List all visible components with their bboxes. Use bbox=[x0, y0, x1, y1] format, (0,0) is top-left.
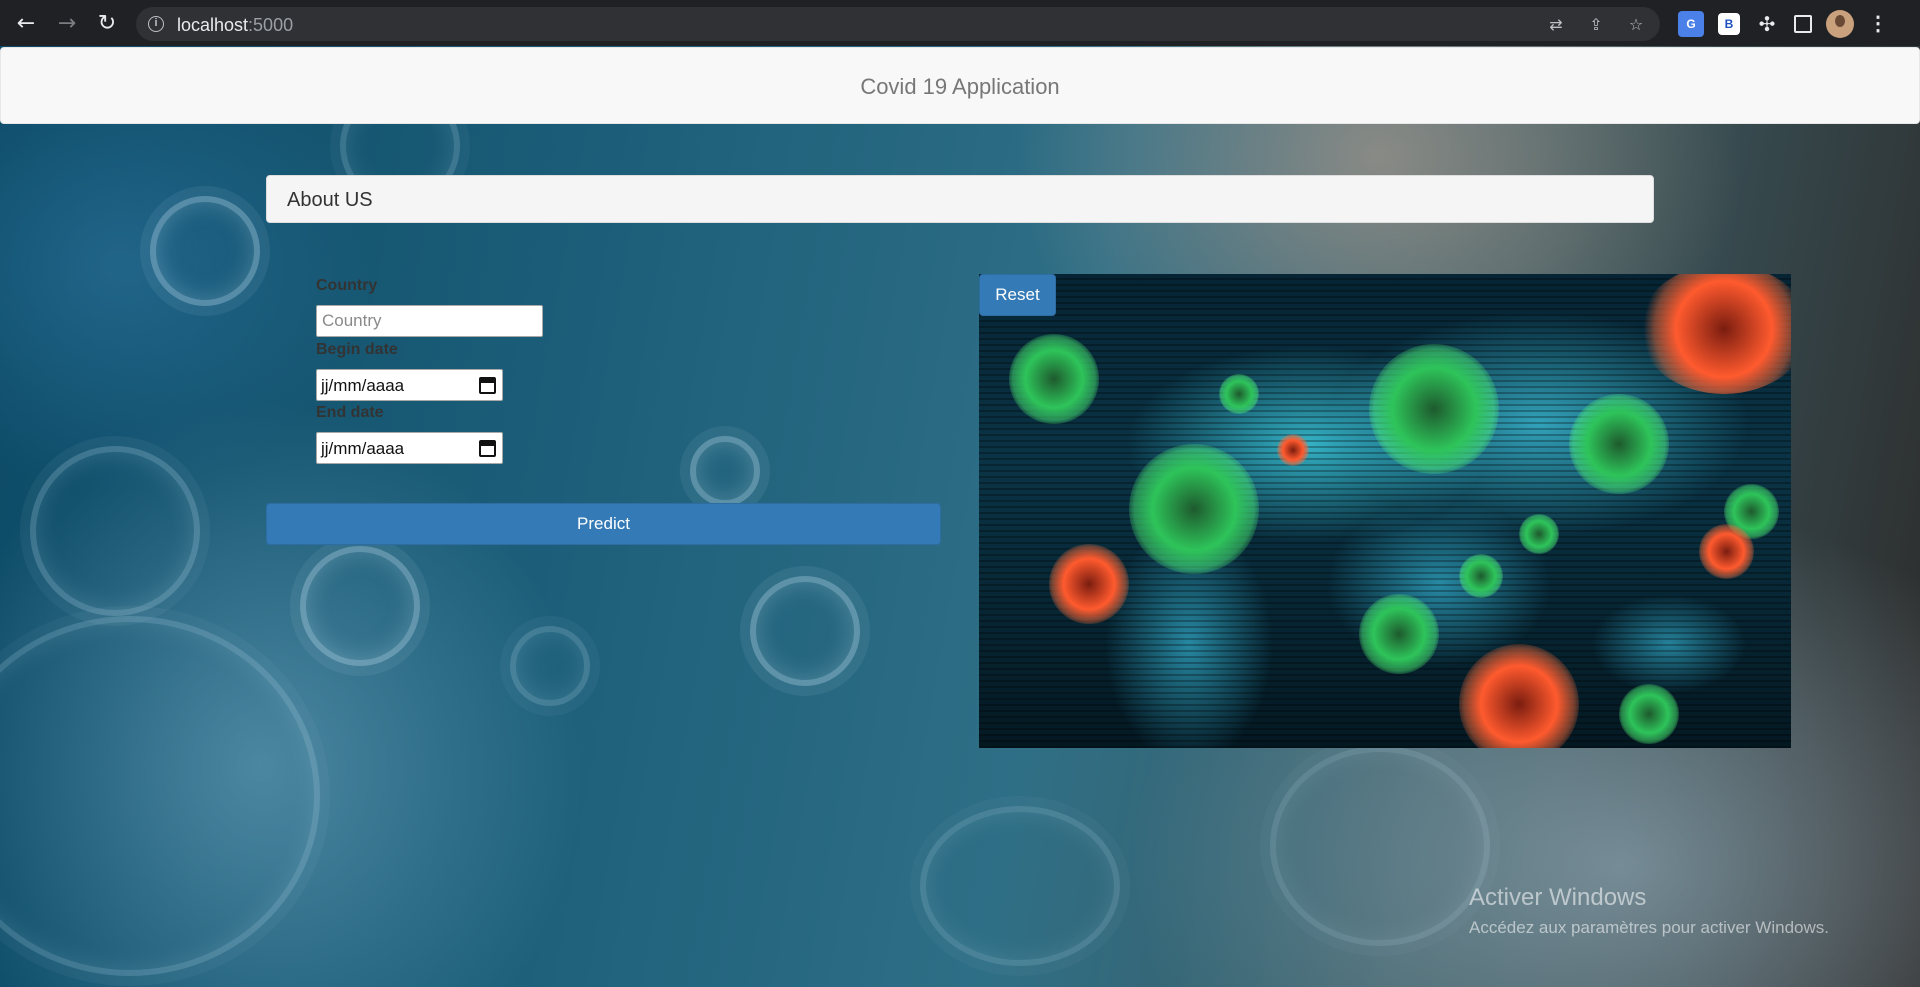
windows-activation-watermark: Activer Windows Accédez aux paramètres p… bbox=[1469, 884, 1829, 938]
end-date-value: jj/mm/aaaa bbox=[321, 439, 405, 458]
browser-toolbar: ← → ↻ i localhost:5000 ⇄ ⇪ ☆ G B ✣ ⋮ bbox=[0, 0, 1920, 46]
virus-decoration bbox=[0, 616, 320, 976]
virus-decoration bbox=[920, 806, 1120, 966]
navbar: Covid 19 Application bbox=[0, 47, 1920, 124]
virus-cell-green bbox=[1519, 514, 1559, 554]
end-date-input[interactable]: jj/mm/aaaa bbox=[316, 432, 503, 464]
watermark-subtitle: Accédez aux paramètres pour activer Wind… bbox=[1469, 918, 1829, 937]
url-port: :5000 bbox=[248, 15, 294, 35]
profile-avatar[interactable] bbox=[1826, 10, 1854, 38]
begin-date-label: Begin date bbox=[316, 341, 398, 358]
calendar-icon[interactable] bbox=[479, 440, 496, 457]
b-extension-icon[interactable]: B bbox=[1718, 13, 1740, 35]
google-translate-extension-icon[interactable]: G bbox=[1678, 11, 1704, 37]
address-bar[interactable]: i localhost:5000 ⇄ ⇪ ☆ bbox=[136, 7, 1660, 41]
reload-icon[interactable]: ↻ bbox=[91, 8, 123, 40]
country-input[interactable] bbox=[316, 305, 543, 337]
virus-cell-green bbox=[1459, 554, 1503, 598]
virus-decoration bbox=[750, 576, 860, 686]
url-host: localhost bbox=[177, 15, 249, 35]
page-background: Covid 19 Application About US Country Be… bbox=[0, 46, 1920, 987]
virus-decoration bbox=[300, 546, 420, 666]
about-panel: About US bbox=[266, 175, 1654, 223]
url-text[interactable]: localhost:5000 bbox=[177, 15, 293, 36]
back-arrow-icon[interactable]: ← bbox=[10, 8, 42, 40]
world-map-virus-image bbox=[979, 274, 1791, 748]
end-date-label: End date bbox=[316, 404, 384, 421]
virus-decoration bbox=[510, 626, 590, 706]
forward-arrow-icon[interactable]: → bbox=[51, 8, 83, 40]
virus-cell-green bbox=[1009, 334, 1099, 424]
virus-cell-green bbox=[1369, 344, 1499, 474]
bookmark-star-icon[interactable]: ☆ bbox=[1626, 15, 1646, 35]
virus-cell-green bbox=[1569, 394, 1669, 494]
reset-button[interactable]: Reset bbox=[979, 274, 1056, 316]
virus-decoration bbox=[1270, 746, 1490, 946]
country-label: Country bbox=[316, 277, 378, 294]
navbar-brand[interactable]: Covid 19 Application bbox=[1, 74, 1919, 100]
share-icon[interactable]: ⇪ bbox=[1586, 15, 1606, 35]
virus-cell-green bbox=[1619, 684, 1679, 744]
virus-cell-green bbox=[1359, 594, 1439, 674]
extensions-puzzle-icon[interactable]: ✣ bbox=[1754, 11, 1780, 37]
virus-decoration bbox=[150, 196, 260, 306]
begin-date-value: jj/mm/aaaa bbox=[321, 376, 405, 395]
begin-date-input[interactable]: jj/mm/aaaa bbox=[316, 369, 503, 401]
virus-cell-red bbox=[1049, 544, 1129, 624]
virus-decoration bbox=[690, 436, 760, 506]
translate-icon[interactable]: ⇄ bbox=[1546, 15, 1566, 35]
site-info-icon[interactable]: i bbox=[148, 16, 164, 32]
virus-cell-red bbox=[1277, 434, 1309, 466]
about-panel-title: About US bbox=[287, 189, 373, 211]
virus-cell-green bbox=[1219, 374, 1259, 414]
kebab-menu-icon[interactable]: ⋮ bbox=[1868, 11, 1888, 37]
side-panel-icon[interactable] bbox=[1794, 15, 1812, 33]
watermark-title: Activer Windows bbox=[1469, 884, 1647, 911]
virus-cell-red bbox=[1699, 524, 1754, 579]
predict-button[interactable]: Predict bbox=[266, 503, 941, 545]
calendar-icon[interactable] bbox=[479, 377, 496, 394]
virus-cell-green bbox=[1129, 444, 1259, 574]
virus-decoration bbox=[30, 446, 200, 616]
